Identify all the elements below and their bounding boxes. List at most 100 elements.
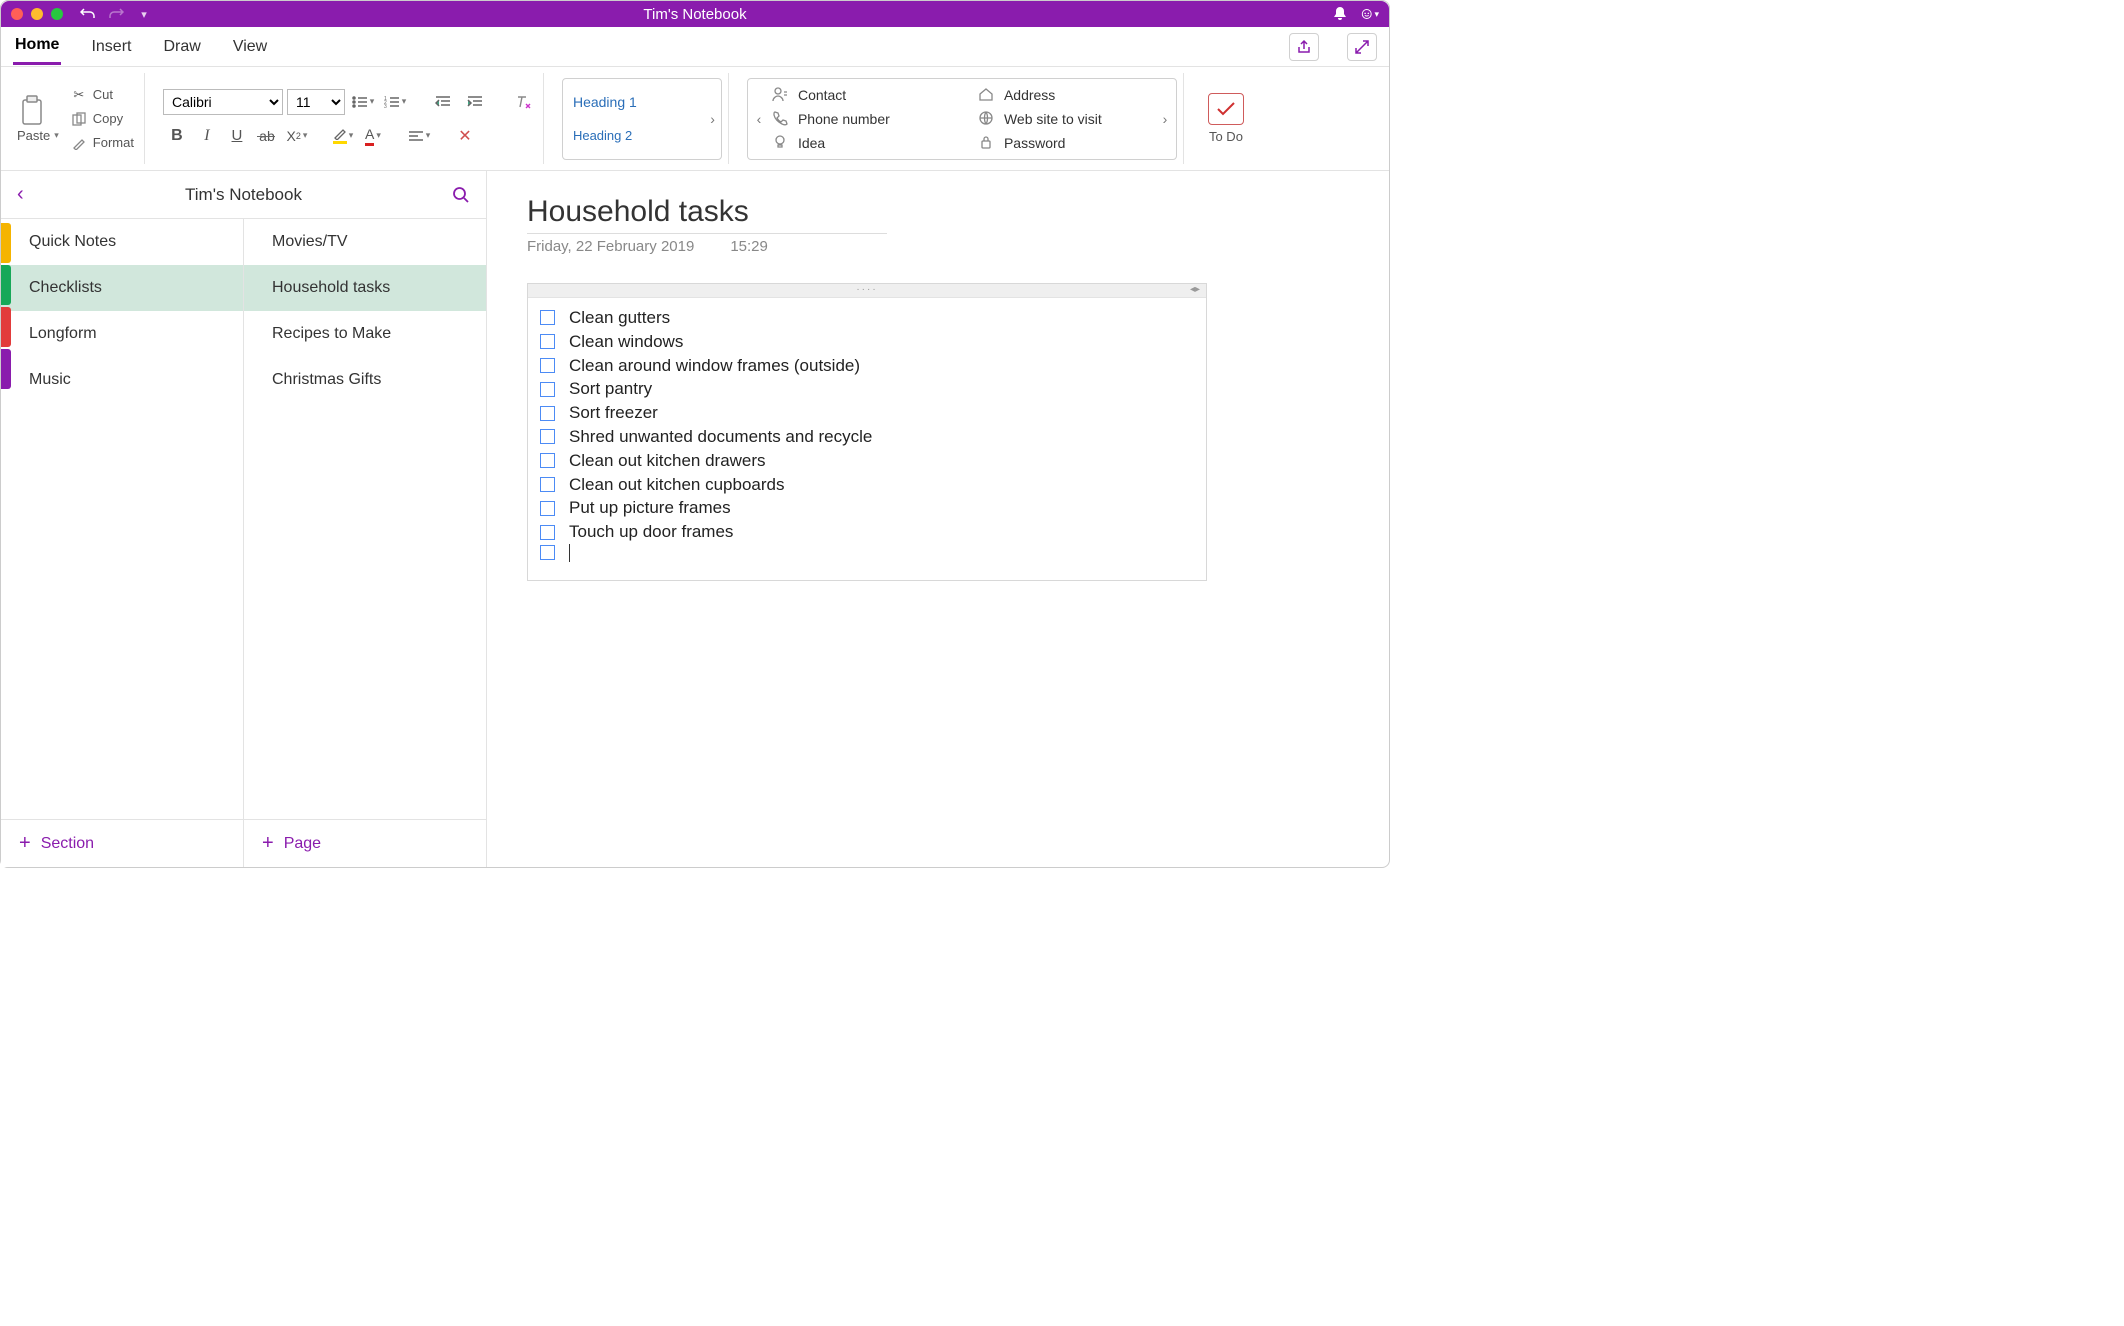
checklist-row[interactable]: Clean out kitchen drawers — [540, 449, 1194, 473]
todo-checkbox[interactable] — [540, 429, 555, 444]
section-item[interactable]: Longform — [1, 311, 243, 357]
tag-contact[interactable]: Contact — [764, 86, 970, 104]
checklist-row[interactable] — [540, 544, 1194, 562]
redo-icon[interactable] — [107, 5, 125, 23]
checklist-text[interactable]: Put up picture frames — [569, 496, 731, 520]
cut-button[interactable]: ✂Cut — [67, 85, 138, 105]
subscript-button[interactable]: X2▾ — [283, 123, 311, 149]
tag-password[interactable]: Password — [970, 134, 1176, 152]
close-window-button[interactable] — [11, 8, 23, 20]
maximize-window-button[interactable] — [51, 8, 63, 20]
fullscreen-button[interactable] — [1347, 33, 1377, 61]
align-button[interactable]: ▾ — [405, 123, 433, 149]
checklist-text[interactable]: Clean out kitchen cupboards — [569, 473, 784, 497]
bullets-button[interactable]: ▾ — [349, 89, 377, 115]
page-canvas[interactable]: Household tasks Friday, 22 February 2019… — [487, 171, 1389, 867]
checklist-text[interactable]: Clean gutters — [569, 306, 670, 330]
todo-checkbox[interactable] — [540, 310, 555, 325]
minimize-window-button[interactable] — [31, 8, 43, 20]
checklist-row[interactable]: Sort pantry — [540, 377, 1194, 401]
page-date[interactable]: Friday, 22 February 2019 — [527, 238, 694, 255]
todo-checkbox[interactable] — [540, 358, 555, 373]
tag-idea[interactable]: Idea — [764, 134, 970, 152]
section-tab-yellow[interactable] — [1, 223, 11, 263]
add-page-button[interactable]: +Page — [244, 820, 486, 867]
todo-checkbox[interactable] — [540, 545, 555, 560]
highlight-button[interactable]: ▾ — [329, 123, 357, 149]
tab-view[interactable]: View — [231, 30, 269, 64]
checklist-row[interactable]: Sort freezer — [540, 401, 1194, 425]
todo-checkbox[interactable] — [540, 382, 555, 397]
font-color-button[interactable]: A▾ — [359, 123, 387, 149]
section-item[interactable]: Checklists — [1, 265, 243, 311]
checklist-row[interactable]: Clean gutters — [540, 306, 1194, 330]
nav-back-icon[interactable]: ‹ — [17, 183, 24, 206]
delete-button[interactable]: ✕ — [451, 123, 479, 149]
style-heading1[interactable]: Heading 1 — [573, 94, 711, 110]
todo-checkbox[interactable] — [540, 406, 555, 421]
checklist-row[interactable]: Clean windows — [540, 330, 1194, 354]
checklist-text[interactable]: Sort freezer — [569, 401, 658, 425]
style-heading2[interactable]: Heading 2 — [573, 128, 711, 143]
undo-icon[interactable] — [79, 5, 97, 23]
section-tab-green[interactable] — [1, 265, 11, 305]
customize-qat-icon[interactable]: ▾ — [135, 5, 153, 23]
notifications-icon[interactable] — [1331, 5, 1349, 23]
checklist-row[interactable]: Clean around window frames (outside) — [540, 354, 1194, 378]
section-item[interactable]: Music — [1, 357, 243, 403]
numbering-button[interactable]: 123▾ — [381, 89, 409, 115]
checklist-text[interactable]: Touch up door frames — [569, 520, 733, 544]
increase-indent-button[interactable] — [461, 89, 489, 115]
tab-home[interactable]: Home — [13, 28, 61, 65]
account-icon[interactable]: ▾ — [1361, 5, 1379, 23]
styles-gallery[interactable]: Heading 1 Heading 2 › — [562, 78, 722, 160]
checklist-text[interactable]: Clean around window frames (outside) — [569, 354, 860, 378]
add-section-button[interactable]: +Section — [1, 820, 244, 867]
tag-website[interactable]: Web site to visit — [970, 110, 1176, 128]
todo-checkbox[interactable] — [540, 477, 555, 492]
page-item[interactable]: Movies/TV — [244, 219, 486, 265]
checklist-row[interactable]: Touch up door frames — [540, 520, 1194, 544]
checklist-text[interactable]: Clean out kitchen drawers — [569, 449, 766, 473]
font-size-select[interactable]: 11 — [287, 89, 345, 115]
checklist-row[interactable]: Clean out kitchen cupboards — [540, 473, 1194, 497]
tab-draw[interactable]: Draw — [161, 30, 202, 64]
notebook-title[interactable]: Tim's Notebook — [185, 185, 302, 205]
search-icon[interactable] — [452, 186, 470, 204]
container-drag-handle[interactable]: ····◂▸ — [528, 284, 1206, 298]
tag-phone[interactable]: Phone number — [764, 110, 970, 128]
page-item[interactable]: Recipes to Make — [244, 311, 486, 357]
page-item[interactable]: Christmas Gifts — [244, 357, 486, 403]
bold-button[interactable]: B — [163, 123, 191, 149]
section-tab-purple[interactable] — [1, 349, 11, 389]
section-tab-red[interactable] — [1, 307, 11, 347]
todo-checkbox[interactable] — [540, 453, 555, 468]
tags-next-icon[interactable]: › — [1158, 111, 1172, 127]
todo-checkbox[interactable] — [540, 525, 555, 540]
tab-insert[interactable]: Insert — [89, 30, 133, 64]
paste-button[interactable]: Paste▾ — [17, 94, 59, 143]
checklist-row[interactable]: Shred unwanted documents and recycle — [540, 425, 1194, 449]
format-painter-button[interactable]: Format — [67, 133, 138, 153]
font-select[interactable]: Calibri — [163, 89, 283, 115]
tag-address[interactable]: Address — [970, 86, 1176, 104]
note-container[interactable]: ····◂▸ Clean guttersClean windowsClean a… — [527, 283, 1207, 581]
tags-prev-icon[interactable]: ‹ — [752, 111, 766, 127]
checklist-text[interactable]: Sort pantry — [569, 377, 652, 401]
checklist-text[interactable]: Shred unwanted documents and recycle — [569, 425, 872, 449]
share-button[interactable] — [1289, 33, 1319, 61]
todo-tag-button[interactable]: To Do — [1202, 93, 1250, 144]
section-item[interactable]: Quick Notes — [1, 219, 243, 265]
page-item[interactable]: Household tasks — [244, 265, 486, 311]
page-title[interactable]: Household tasks — [527, 195, 887, 234]
italic-button[interactable]: I — [193, 123, 221, 149]
todo-checkbox[interactable] — [540, 501, 555, 516]
underline-button[interactable]: U — [223, 123, 251, 149]
styles-more-icon[interactable]: › — [710, 111, 715, 127]
page-time[interactable]: 15:29 — [730, 238, 768, 255]
checklist-text[interactable]: Clean windows — [569, 330, 683, 354]
checklist-row[interactable]: Put up picture frames — [540, 496, 1194, 520]
checklist-body[interactable]: Clean guttersClean windowsClean around w… — [528, 298, 1206, 580]
decrease-indent-button[interactable] — [429, 89, 457, 115]
todo-checkbox[interactable] — [540, 334, 555, 349]
